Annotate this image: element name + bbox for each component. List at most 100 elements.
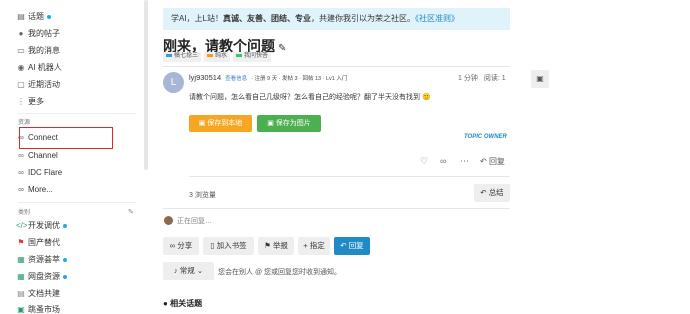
save-local-button[interactable]: ▣ 保存到本地 [189, 115, 252, 132]
sidebar-item-idc-flare[interactable]: ∞ IDC Flare [28, 165, 62, 180]
announcement-banner: 学AI，上L站！真诚、友善、团结、专业，共建你我引以为荣之社区。《社区准则》 [163, 8, 510, 30]
sidebar-item-label: 资源荟萃 [28, 255, 60, 264]
notification-level-button[interactable]: ♪ 常规 ⌄ [163, 262, 214, 280]
sidebar-item-label: 国产替代 [28, 238, 60, 247]
share-icon: ∞ [170, 241, 175, 250]
activity-icon: ▢ [16, 77, 26, 92]
sidebar-divider [18, 113, 136, 114]
sidebar-item-label: 跳蚤市场 [28, 305, 60, 314]
reply-label: 回复 [349, 241, 364, 250]
tag-chip[interactable]: 纯水 [204, 52, 230, 62]
tag-label: 搞七捻三 [174, 53, 198, 59]
post-info: 1 分钟阅读: 1 [458, 73, 506, 83]
flag-label: 举报 [273, 241, 288, 250]
sidebar-item-label: 我的帖子 [28, 29, 60, 38]
sidebar-item-ai-bot[interactable]: ◉ AI 机器人 [28, 60, 62, 75]
sidebar-item-my-posts[interactable]: ● 我的帖子 [28, 26, 60, 41]
sidebar-item-topics[interactable]: ▤ 话题 [28, 9, 51, 24]
sidebar-item-label: 话题 [28, 12, 44, 21]
post-body: 请教个问题，怎么看自己几级呀？怎么看自己的经验呢？翻了半天没有找到 🙂 [189, 92, 431, 102]
link-icon[interactable]: ∞ [440, 156, 446, 166]
link-icon: ∞ [16, 165, 26, 180]
bookmark-label: 加入书签 [217, 241, 247, 250]
topic-tags: 搞七捻三 纯水 我问快答 [163, 52, 271, 62]
unread-dot [63, 275, 67, 279]
tag-chip[interactable]: 我问快答 [233, 52, 271, 62]
bullet-icon: ● [163, 299, 168, 308]
category-swatch [166, 54, 172, 57]
tag-label: 纯水 [215, 53, 227, 59]
sidebar-scrollbar[interactable] [144, 0, 148, 170]
timeline-icon[interactable]: ▣ [531, 70, 549, 88]
save-local-label: 保存到本地 [207, 120, 242, 127]
doc-icon: ▤ [16, 286, 26, 301]
views-count: 3 浏览量 [189, 190, 216, 200]
category-tag[interactable]: 搞七捻三 [163, 52, 201, 62]
sidebar-item-label: More... [28, 185, 53, 194]
edit-title-icon[interactable]: ✎ [278, 43, 286, 54]
post-author: lyj930514 查看信息 · 注册 9 天 · 发帖 3 · 回帖 13 · L… [189, 73, 347, 82]
level-badge[interactable]: 查看信息 [225, 76, 247, 82]
author-meta: · 注册 9 天 · 发帖 3 · 回帖 13 · Lv1 入门 [251, 76, 347, 82]
market-icon: ▣ [16, 302, 26, 314]
reply-button[interactable]: ↶ 回复 [334, 237, 370, 255]
sidebar-divider [18, 202, 136, 203]
sidebar-item-category[interactable]: ⚑ 国产替代 [28, 235, 60, 250]
composer-avatar [164, 216, 173, 225]
sidebar-item-more-resources[interactable]: ∞ More... [28, 182, 53, 197]
message-icon: ▭ [16, 43, 26, 58]
link-icon: ∞ [16, 148, 26, 163]
related-topics-heading: ● 相关话题 [163, 298, 202, 309]
summary-button[interactable]: ↶ 总结 [474, 184, 510, 202]
more-actions-icon[interactable]: ⋯ [460, 156, 469, 167]
bookmark-icon: ▯ [210, 241, 214, 250]
reply-icon: ↶ [480, 157, 487, 166]
sidebar-item-label: 近期活动 [28, 80, 60, 89]
sidebar-item-category[interactable]: </> 开发调优 [28, 218, 67, 233]
chevron-down-icon: ⌄ [197, 266, 203, 275]
bell-icon: ♪ [174, 266, 178, 275]
unread-dot [47, 15, 51, 19]
tag-swatch [236, 54, 242, 57]
sidebar-section-resources: 资源 [18, 117, 30, 126]
sidebar-item-my-messages[interactable]: ▭ 我的消息 [28, 43, 60, 58]
sidebar-item-channel[interactable]: ∞ Channel [28, 148, 58, 163]
flag-button[interactable]: ⚑ 举报 [258, 237, 294, 255]
author-name[interactable]: lyj930514 [189, 73, 221, 82]
sidebar-item-label: Channel [28, 151, 58, 160]
sidebar-item-activity[interactable]: ▢ 近期活动 [28, 77, 60, 92]
guidelines-link[interactable]: 《社区准则》 [415, 14, 459, 23]
banner-suffix: ，共建你我引以为荣之社区。 [311, 14, 415, 23]
sidebar-item-label: IDC Flare [28, 168, 62, 177]
flag-icon: ⚑ [264, 241, 271, 250]
code-icon: </> [16, 218, 26, 233]
post-reply-button[interactable]: ↶ 回复 [480, 156, 505, 167]
like-icon[interactable]: ♡ [420, 156, 428, 167]
unread-dot [63, 224, 67, 228]
sidebar-item-more[interactable]: ⋮ 更多 [28, 94, 44, 109]
save-image-button[interactable]: ▣ 保存为图片 [257, 115, 321, 132]
assign-button[interactable]: + 指定 [298, 237, 330, 255]
banner-values: 真诚、友善、团结、专业 [223, 14, 311, 23]
post-time[interactable]: 1 分钟 [458, 75, 478, 82]
edit-categories-icon[interactable]: ✎ [128, 208, 134, 216]
share-button[interactable]: ∞ 分享 [163, 237, 199, 255]
notification-description: 您会在别人 @ 您或回复您时收到通知。 [218, 267, 341, 277]
banner-prefix: 学AI，上L站！ [171, 14, 223, 23]
sidebar-item-label: AI 机器人 [28, 63, 62, 72]
reply-icon: ↶ [340, 241, 346, 250]
highlight-box [19, 127, 113, 149]
summary-label: 总结 [489, 188, 504, 197]
post-divider [163, 66, 510, 67]
more-icon: ⋮ [16, 94, 26, 109]
tag-swatch [207, 54, 213, 57]
resource-icon: ▦ [16, 252, 26, 267]
link-icon: ∞ [16, 182, 26, 197]
bookmark-button[interactable]: ▯ 加入书签 [203, 237, 254, 255]
avatar[interactable]: L [163, 72, 184, 93]
sidebar-item-category[interactable]: ▦ 网盘资源 [28, 269, 67, 284]
sidebar-item-category[interactable]: ▤ 文档共建 [28, 286, 60, 301]
sidebar-item-category[interactable]: ▦ 资源荟萃 [28, 252, 67, 267]
post-reply-label: 回复 [489, 157, 505, 166]
sidebar-item-category[interactable]: ▣ 跳蚤市场 [28, 302, 60, 314]
